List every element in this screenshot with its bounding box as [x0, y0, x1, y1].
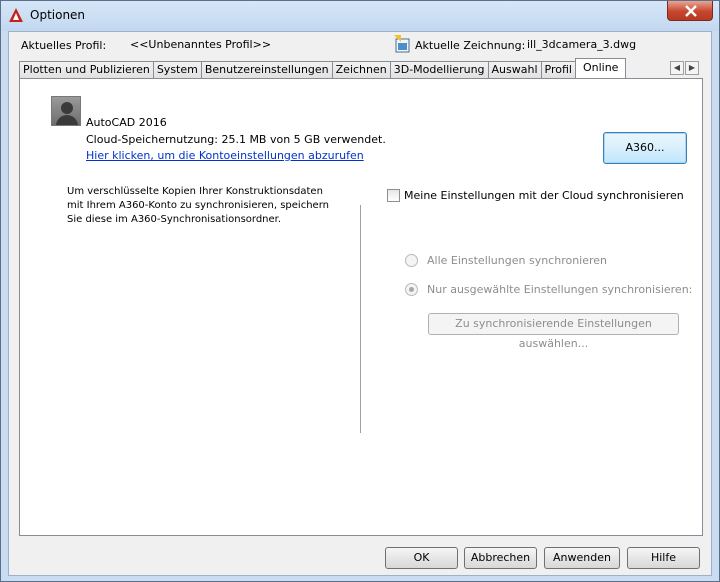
- drawing-label: Aktuelle Zeichnung:: [415, 39, 526, 52]
- window-title: Optionen: [30, 8, 86, 22]
- account-settings-link[interactable]: Hier klicken, um die Kontoeinstellungen …: [86, 149, 364, 162]
- a360-button[interactable]: A360...: [603, 132, 687, 164]
- choose-sync-settings-button[interactable]: Zu synchronisierende Einstellungen auswä…: [428, 313, 679, 350]
- avatar-head-shape: [61, 102, 73, 114]
- tab-zeichnen[interactable]: Zeichnen: [331, 61, 391, 78]
- close-button[interactable]: [667, 1, 713, 21]
- apply-button[interactable]: Anwenden: [544, 547, 620, 569]
- profile-label: Aktuelles Profil:: [21, 39, 107, 52]
- sync-all-radio[interactable]: [405, 254, 418, 267]
- tab-benutzereinstellungen[interactable]: Benutzereinstellungen: [200, 61, 333, 78]
- ok-button[interactable]: OK: [385, 547, 458, 569]
- tab-auswahl[interactable]: Auswahl: [487, 61, 542, 78]
- sync-settings-label: Meine Einstellungen mit der Cloud synchr…: [404, 189, 684, 202]
- tab-plotten-und-publizieren[interactable]: Plotten und Publizieren: [19, 61, 154, 78]
- dialog-client: Aktuelles Profil: <<Unbenanntes Profil>>…: [8, 31, 712, 576]
- avatar-body-shape: [56, 115, 78, 125]
- vertical-divider: [360, 205, 361, 433]
- product-name: AutoCAD 2016: [86, 116, 167, 129]
- sync-description: Um verschlüsselte Kopien Ihrer Konstrukt…: [67, 186, 329, 225]
- sync-selected-label: Nur ausgewählte Einstellungen synchronis…: [427, 283, 693, 296]
- options-dialog: Optionen Aktuelles Profil: <<Unbenanntes…: [0, 0, 720, 582]
- autocad-logo-icon: [9, 8, 23, 22]
- tab-scroll-left-icon[interactable]: ◀: [670, 61, 684, 75]
- tab-profil[interactable]: Profil: [540, 61, 576, 78]
- tab-system[interactable]: System: [152, 61, 202, 78]
- sync-settings-checkbox[interactable]: [387, 189, 400, 202]
- tab-scroll-right-icon[interactable]: ▶: [685, 61, 699, 75]
- tab-strip: Plotten und Publizieren System Benutzere…: [19, 58, 627, 78]
- tab-online[interactable]: Online: [574, 58, 627, 78]
- profile-value: <<Unbenanntes Profil>>: [130, 38, 272, 51]
- cloud-usage-text: Cloud-Speichernutzung: 25.1 MB von 5 GB …: [86, 133, 386, 146]
- drawing-icon: [394, 35, 410, 53]
- tab-3d-modellierung[interactable]: 3D-Modellierung: [389, 61, 489, 78]
- help-button[interactable]: Hilfe: [627, 547, 700, 569]
- close-icon: [685, 5, 697, 17]
- avatar: [51, 96, 81, 126]
- drawing-value: ill_3dcamera_3.dwg: [527, 38, 637, 51]
- sync-all-label: Alle Einstellungen synchronieren: [427, 254, 608, 267]
- cancel-button[interactable]: Abbrechen: [464, 547, 537, 569]
- online-panel: AutoCAD 2016 Cloud-Speichernutzung: 25.1…: [19, 78, 703, 536]
- radio-selected-dot: [409, 287, 414, 292]
- sync-selected-radio[interactable]: [405, 283, 418, 296]
- title-bar[interactable]: Optionen: [1, 1, 719, 31]
